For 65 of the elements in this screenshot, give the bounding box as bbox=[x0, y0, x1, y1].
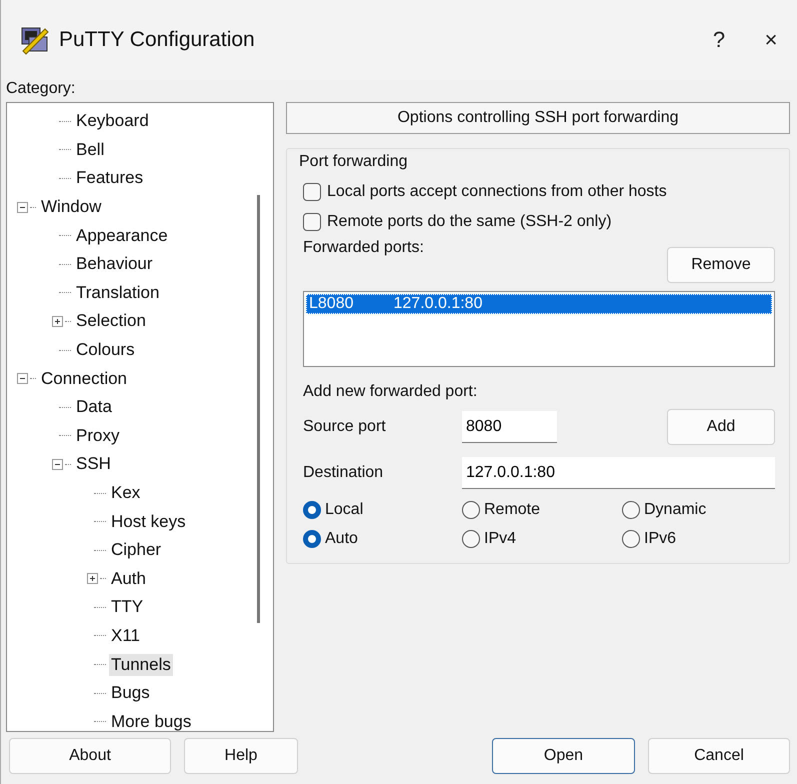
dialog-button[interactable]: Open bbox=[492, 738, 635, 774]
help-button[interactable]: ? bbox=[693, 27, 745, 53]
radio-label[interactable]: Dynamic bbox=[644, 500, 706, 518]
checkbox-label[interactable]: Remote ports do the same (SSH-2 only) bbox=[327, 213, 612, 231]
category-label: Category: bbox=[6, 80, 76, 98]
radio-button[interactable] bbox=[462, 530, 480, 548]
source-port-label: Source port bbox=[303, 418, 387, 436]
tree-item[interactable]: More bugs bbox=[109, 710, 194, 731]
tree-item[interactable]: Auth bbox=[109, 568, 148, 590]
tree-item[interactable]: Bugs bbox=[109, 682, 152, 704]
checkbox[interactable] bbox=[303, 183, 321, 201]
list-row[interactable]: L8080 127.0.0.1:80 bbox=[306, 294, 772, 314]
panel-header: Options controlling SSH port forwarding bbox=[286, 102, 790, 134]
tree-item[interactable]: Selection bbox=[74, 310, 148, 332]
radio-label[interactable]: Auto bbox=[325, 530, 358, 548]
expand-icon[interactable] bbox=[87, 573, 98, 584]
tree-item[interactable]: Translation bbox=[74, 282, 162, 304]
radio-button[interactable] bbox=[622, 530, 640, 548]
radio-label[interactable]: IPv4 bbox=[484, 530, 516, 548]
radio-label[interactable]: Local bbox=[325, 500, 364, 518]
add-port-label: Add new forwarded port: bbox=[303, 383, 478, 401]
dialog-button[interactable]: About bbox=[9, 738, 171, 774]
group-title: Port forwarding bbox=[299, 153, 408, 171]
radio-label[interactable]: IPv6 bbox=[644, 530, 676, 548]
tree-item[interactable]: Appearance bbox=[74, 224, 170, 247]
collapse-icon[interactable] bbox=[17, 373, 28, 384]
source-port-field[interactable]: 8080 bbox=[462, 411, 557, 443]
checkbox[interactable] bbox=[303, 213, 321, 231]
destination-label: Destination bbox=[303, 464, 384, 482]
tree-item[interactable]: Colours bbox=[74, 339, 137, 362]
tree-item[interactable]: Data bbox=[74, 396, 114, 418]
checkbox-label[interactable]: Local ports accept connections from other hosts bbox=[327, 183, 667, 201]
tree-item[interactable]: Keyboard bbox=[74, 110, 151, 132]
expand-icon[interactable] bbox=[52, 316, 63, 327]
dialog-button[interactable]: Help bbox=[184, 738, 298, 774]
tree-item[interactable]: Proxy bbox=[74, 424, 122, 447]
radio-button[interactable] bbox=[622, 500, 640, 518]
tree-item[interactable]: Window bbox=[39, 196, 104, 218]
tree-item[interactable]: Tunnels bbox=[109, 654, 173, 676]
tree-item[interactable]: X11 bbox=[109, 624, 142, 647]
radio-button[interactable] bbox=[303, 530, 321, 548]
radio-button[interactable] bbox=[303, 500, 321, 518]
tree-item[interactable]: Connection bbox=[39, 368, 130, 390]
tree-item[interactable]: Kex bbox=[109, 482, 142, 504]
remove-button[interactable]: Remove bbox=[667, 247, 775, 283]
close-button[interactable]: × bbox=[745, 27, 797, 53]
window-title: PuTTY Configuration bbox=[59, 28, 256, 52]
add-button[interactable]: Add bbox=[667, 409, 775, 445]
forwarded-ports-list[interactable]: L8080 127.0.0.1:80 bbox=[303, 291, 775, 367]
tree-item[interactable]: Host keys bbox=[109, 510, 188, 533]
destination-field[interactable]: 127.0.0.1:80 bbox=[462, 457, 775, 489]
radio-button[interactable] bbox=[462, 500, 480, 518]
tree-item[interactable]: Features bbox=[74, 167, 146, 190]
collapse-icon[interactable] bbox=[52, 458, 63, 470]
dialog-button[interactable]: Cancel bbox=[648, 738, 790, 774]
tree-item[interactable]: Bell bbox=[74, 138, 106, 161]
tree-item[interactable]: Behaviour bbox=[74, 253, 155, 276]
tree-item[interactable]: TTY bbox=[109, 596, 146, 618]
radio-label[interactable]: Remote bbox=[484, 500, 540, 518]
collapse-icon[interactable] bbox=[17, 202, 28, 213]
tree-item[interactable]: SSH bbox=[74, 453, 113, 476]
app-icon bbox=[19, 25, 51, 55]
forwarded-ports-label: Forwarded ports: bbox=[303, 239, 424, 257]
scrollbar-thumb[interactable] bbox=[257, 195, 260, 623]
tree-item[interactable]: Cipher bbox=[109, 539, 164, 562]
